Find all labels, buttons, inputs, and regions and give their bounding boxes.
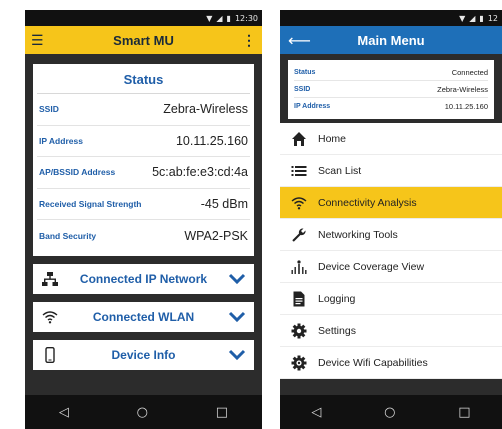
- wifi-icon: [290, 194, 308, 212]
- cell-signal-icon: ◢: [216, 13, 223, 23]
- status-card: Status SSID Zebra-Wireless IP Address 10…: [33, 64, 254, 256]
- smart-mu-screen: ▼ ◢ ▮ 12:30 ☰ Smart MU ⋮ Status SSID Zeb…: [25, 10, 262, 429]
- menu-item-settings[interactable]: Settings: [280, 315, 502, 347]
- back-arrow-icon[interactable]: ⟵: [288, 31, 311, 50]
- gear-icon: [290, 322, 308, 340]
- status-row-security: Band Security WPA2-PSK: [37, 220, 250, 252]
- section-device-info[interactable]: Device Info: [33, 339, 254, 370]
- menu-item-label: Home: [318, 132, 347, 145]
- battery-icon: ▮: [226, 13, 231, 23]
- home-nav-icon[interactable]: ○: [384, 405, 395, 420]
- back-nav-icon[interactable]: ◁: [59, 405, 69, 420]
- section-connected-wlan[interactable]: Connected WLAN: [33, 301, 254, 332]
- app-title: Smart MU: [113, 32, 174, 48]
- status-key: Band Security: [39, 230, 97, 241]
- gear-badge-icon: [290, 354, 308, 372]
- menu-item-home[interactable]: Home: [280, 123, 502, 155]
- summary-key: IP Address: [294, 103, 331, 110]
- app-title: Main Menu: [357, 32, 425, 48]
- summary-value: Connected: [451, 67, 488, 77]
- status-value: -45 dBm: [200, 196, 248, 211]
- summary-row-ssid: SSID Zebra-Wireless: [294, 81, 488, 98]
- section-label: Connected IP Network: [79, 271, 208, 286]
- status-bar: ▼ ◢ ▮ 12: [280, 10, 502, 26]
- summary-key: SSID: [294, 85, 311, 93]
- android-nav-bar: ◁ ○ □: [25, 395, 262, 429]
- section-connected-ip-network[interactable]: Connected IP Network: [33, 263, 254, 294]
- status-card-title: Status: [37, 64, 250, 94]
- menu-item-label: Scan List: [318, 164, 362, 177]
- app-bar: ⟵ Main Menu: [280, 26, 502, 54]
- wifi-signal-icon: ▼: [206, 13, 213, 23]
- screenshot-stage: ▼ ◢ ▮ 12:30 ☰ Smart MU ⋮ Status SSID Zeb…: [0, 0, 502, 429]
- menu-item-label: Device Coverage View: [318, 260, 425, 273]
- chevron-down-icon[interactable]: [228, 272, 246, 286]
- status-row-signal: Received Signal Strength -45 dBm: [37, 189, 250, 220]
- chevron-down-icon[interactable]: [228, 310, 246, 324]
- wifi-icon: [41, 308, 59, 326]
- home-icon: [290, 130, 308, 148]
- section-label: Device Info: [111, 347, 176, 362]
- summary-row-ip: IP Address 10.11.25.160: [294, 98, 488, 115]
- menu-icon[interactable]: ☰: [31, 32, 44, 49]
- status-row-ip: IP Address 10.11.25.160: [37, 126, 250, 157]
- android-nav-bar: ◁ ○ □: [280, 395, 502, 429]
- menu-item-label: Settings: [318, 324, 356, 337]
- summary-value: 10.11.25.160: [444, 102, 488, 111]
- network-icon: [41, 270, 59, 288]
- status-key: Received Signal Strength: [39, 198, 142, 209]
- overflow-menu-icon[interactable]: ⋮: [242, 32, 256, 49]
- menu-item-label: Device Wifi Capabilities: [318, 356, 428, 369]
- status-key: AP/BSSID Address: [39, 167, 116, 178]
- status-time: 12:30: [234, 13, 258, 23]
- status-key: SSID: [39, 104, 59, 115]
- recents-nav-icon[interactable]: □: [458, 405, 470, 420]
- document-icon: [290, 290, 308, 308]
- menu-item-label: Connectivity Analysis: [318, 196, 417, 209]
- section-label: Connected WLAN: [92, 309, 195, 324]
- status-value: Zebra-Wireless: [163, 102, 248, 117]
- summary-key: Status: [294, 68, 316, 76]
- phone-icon: [41, 346, 59, 364]
- app-bar: ☰ Smart MU ⋮: [25, 26, 262, 54]
- main-menu-list: Home Scan List Connectivity Analysis Net…: [280, 123, 502, 379]
- main-menu-screen: ▼ ◢ ▮ 12 ⟵ Main Menu Status Connected SS…: [280, 10, 502, 429]
- back-nav-icon[interactable]: ◁: [311, 405, 321, 420]
- chevron-down-icon[interactable]: [228, 348, 246, 362]
- status-value: WPA2-PSK: [184, 228, 248, 243]
- wifi-signal-icon: ▼: [459, 13, 466, 23]
- status-time: 12: [487, 13, 498, 23]
- status-key: IP Address: [39, 135, 83, 146]
- menu-item-device-coverage-view[interactable]: Device Coverage View: [280, 251, 502, 283]
- menu-item-logging[interactable]: Logging: [280, 283, 502, 315]
- home-nav-icon[interactable]: ○: [137, 405, 148, 420]
- menu-item-scan-list[interactable]: Scan List: [280, 155, 502, 187]
- menu-item-connectivity-analysis[interactable]: Connectivity Analysis: [280, 187, 502, 219]
- coverage-icon: [290, 258, 308, 276]
- menu-item-label: Logging: [318, 292, 356, 305]
- status-bar: ▼ ◢ ▮ 12:30: [25, 10, 262, 26]
- status-value: 10.11.25.160: [175, 133, 248, 148]
- list-icon: [290, 162, 308, 180]
- status-summary-card: Status Connected SSID Zebra-Wireless IP …: [288, 60, 494, 119]
- status-row-bssid: AP/BSSID Address 5c:ab:fe:e3:cd:4a: [37, 157, 250, 189]
- summary-value: Zebra-Wireless: [437, 84, 488, 94]
- menu-item-networking-tools[interactable]: Networking Tools: [280, 219, 502, 251]
- cell-signal-icon: ◢: [469, 13, 476, 23]
- menu-item-device-wifi-capabilities[interactable]: Device Wifi Capabilities: [280, 347, 502, 379]
- summary-row-status: Status Connected: [294, 64, 488, 81]
- status-value: 5c:ab:fe:e3:cd:4a: [152, 165, 248, 180]
- status-row-ssid: SSID Zebra-Wireless: [37, 94, 250, 126]
- wrench-icon: [290, 226, 308, 244]
- battery-icon: ▮: [479, 13, 484, 23]
- menu-item-label: Networking Tools: [318, 228, 398, 241]
- recents-nav-icon[interactable]: □: [216, 405, 228, 420]
